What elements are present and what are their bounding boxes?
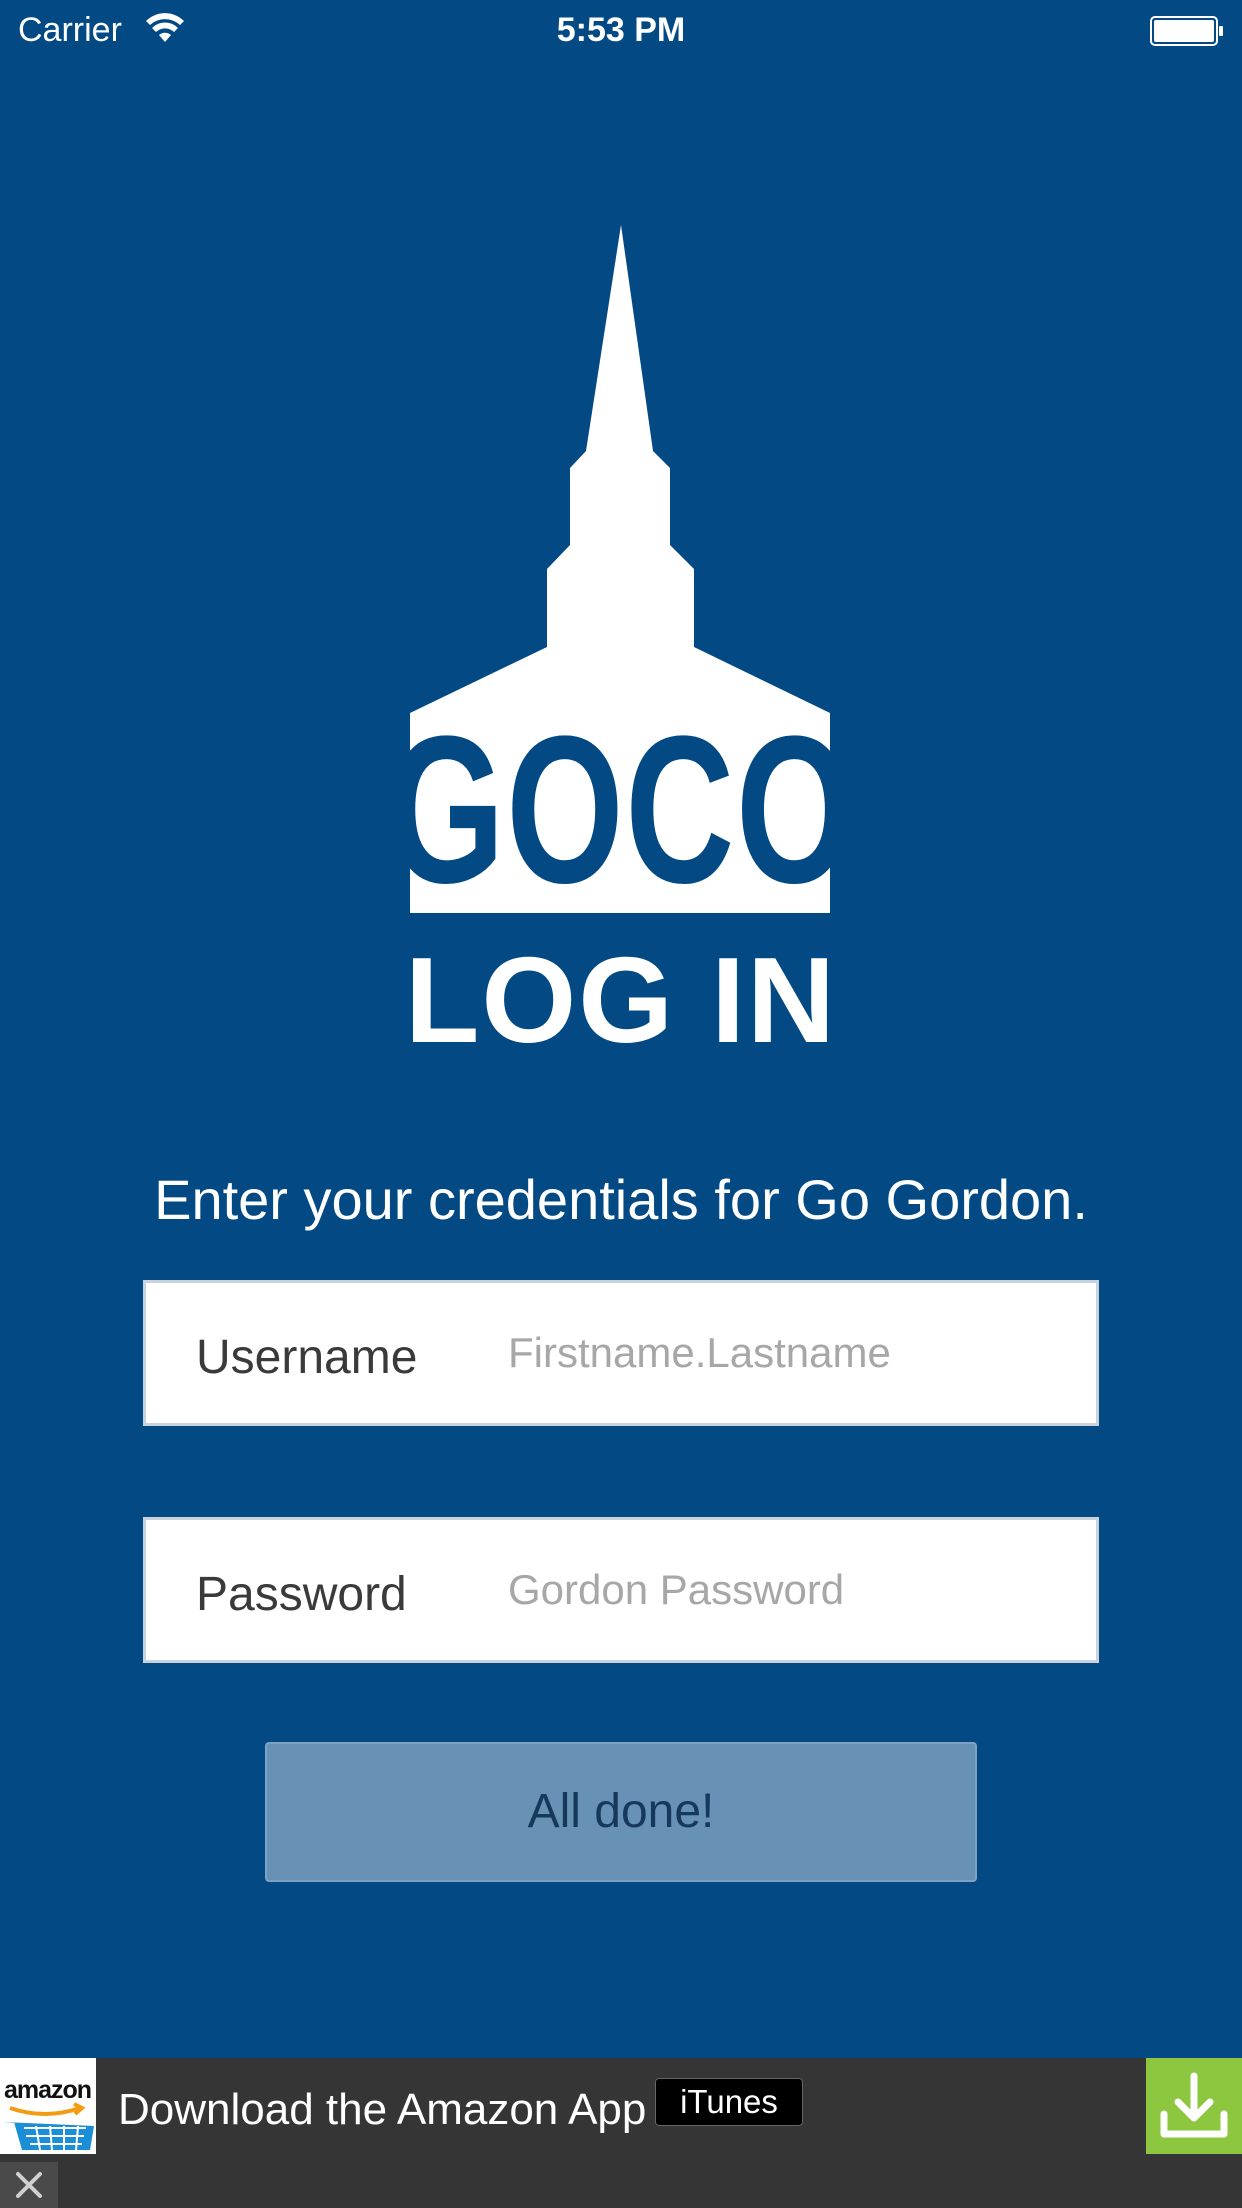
ad-text: Download the Amazon App: [118, 2085, 647, 2134]
username-field[interactable]: Username: [143, 1280, 1099, 1426]
login-screen: Carrier 5:53 PM GOCO LOG IN Enter your c…: [0, 0, 1242, 2208]
status-time: 5:53 PM: [556, 11, 686, 49]
battery-icon: [1150, 16, 1223, 46]
download-icon: [1160, 2072, 1228, 2138]
itunes-badge: iTunes: [655, 2078, 803, 2126]
username-input[interactable]: [508, 1283, 1068, 1423]
instructions-text: Enter your credentials for Go Gordon.: [154, 1168, 1088, 1231]
amazon-cart-icon: [4, 2102, 94, 2151]
page-title: LOG IN: [404, 932, 838, 1068]
all-done-button[interactable]: All done!: [265, 1742, 977, 1882]
password-label: Password: [196, 1568, 407, 1621]
logo-wordmark: GOCO: [387, 692, 855, 927]
username-label: Username: [196, 1331, 418, 1384]
amazon-logo[interactable]: amazon: [0, 2058, 96, 2154]
password-field[interactable]: Password: [143, 1517, 1099, 1663]
ad-banner[interactable]: amazon Download the Amazon App iTunes: [0, 2058, 1242, 2208]
download-button[interactable]: [1146, 2058, 1242, 2154]
close-ad-button[interactable]: [0, 2162, 58, 2208]
password-input[interactable]: [508, 1520, 1068, 1660]
status-bar: Carrier 5:53 PM: [0, 0, 1242, 60]
close-icon: [16, 2172, 42, 2198]
